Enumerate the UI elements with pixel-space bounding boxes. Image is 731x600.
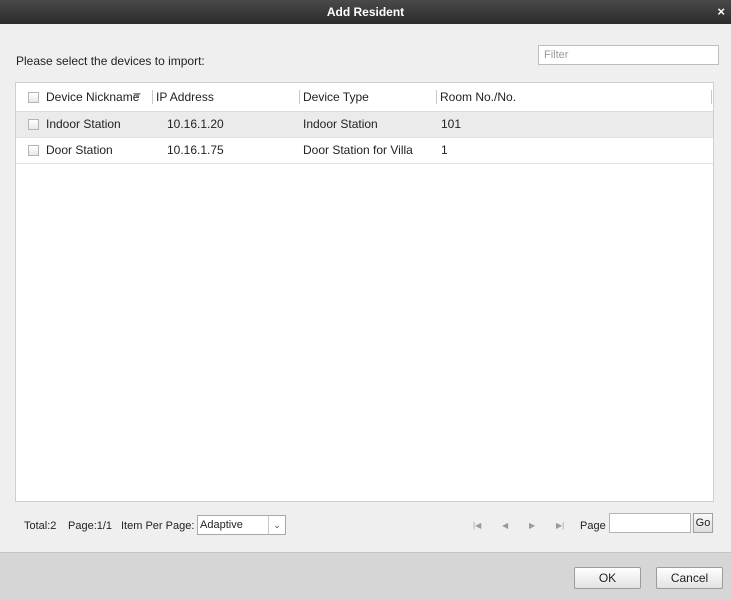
- column-header-device-type[interactable]: Device Type: [303, 83, 369, 111]
- ok-button[interactable]: OK: [574, 567, 641, 589]
- column-divider[interactable]: [152, 90, 153, 104]
- next-page-icon[interactable]: ▶: [529, 519, 535, 533]
- page-label: Page: [580, 520, 606, 532]
- page-number-input[interactable]: [609, 513, 691, 533]
- dialog-footer: OK Cancel: [0, 552, 731, 600]
- pagination-bar: Total:2 Page:1/1 Item Per Page: Adaptive…: [0, 502, 731, 552]
- sort-down-icon[interactable]: [133, 93, 141, 98]
- dialog-body: Please select the devices to import: Dev…: [0, 24, 731, 552]
- table-row[interactable]: Indoor Station 10.16.1.20 Indoor Station…: [16, 112, 713, 138]
- row-checkbox[interactable]: [28, 119, 39, 130]
- row-checkbox[interactable]: [28, 145, 39, 156]
- cell-room: 101: [441, 117, 462, 131]
- dialog-titlebar: Add Resident ×: [0, 0, 731, 24]
- select-all-checkbox[interactable]: [28, 92, 39, 103]
- cell-ip: 10.16.1.20: [167, 117, 224, 131]
- items-per-page-label: Item Per Page:: [121, 520, 195, 532]
- cell-room: 1: [441, 143, 448, 157]
- chevron-down-icon[interactable]: ⌄: [268, 516, 285, 534]
- filter-input[interactable]: [538, 45, 719, 65]
- total-count: Total:2: [24, 520, 57, 532]
- column-divider[interactable]: [711, 90, 712, 104]
- column-header-ip[interactable]: IP Address: [156, 83, 214, 111]
- column-header-room[interactable]: Room No./No.: [440, 83, 516, 111]
- import-prompt: Please select the devices to import:: [16, 54, 205, 68]
- items-per-page-value: Adaptive: [200, 519, 243, 531]
- cell-device-type: Door Station for Villa: [303, 143, 413, 157]
- go-button[interactable]: Go: [693, 513, 713, 533]
- column-divider[interactable]: [436, 90, 437, 104]
- close-icon[interactable]: ×: [717, 0, 725, 24]
- cell-nickname: Door Station: [46, 143, 113, 157]
- cell-nickname: Indoor Station: [46, 117, 121, 131]
- cell-device-type: Indoor Station: [303, 117, 378, 131]
- dialog-title: Add Resident: [326, 5, 405, 19]
- cell-ip: 10.16.1.75: [167, 143, 224, 157]
- device-table: Device Nickname IP Address Device Type R…: [15, 82, 714, 502]
- last-page-icon[interactable]: ▶|: [556, 519, 564, 533]
- items-per-page-select[interactable]: Adaptive ⌄: [197, 515, 286, 535]
- page-info: Page:1/1: [68, 520, 113, 532]
- table-row[interactable]: Door Station 10.16.1.75 Door Station for…: [16, 138, 713, 164]
- first-page-icon[interactable]: |◀: [473, 519, 481, 533]
- cancel-button[interactable]: Cancel: [656, 567, 723, 589]
- prev-page-icon[interactable]: ◀: [502, 519, 508, 533]
- table-header: Device Nickname IP Address Device Type R…: [16, 83, 713, 112]
- column-divider[interactable]: [299, 90, 300, 104]
- column-header-nickname[interactable]: Device Nickname: [46, 83, 139, 111]
